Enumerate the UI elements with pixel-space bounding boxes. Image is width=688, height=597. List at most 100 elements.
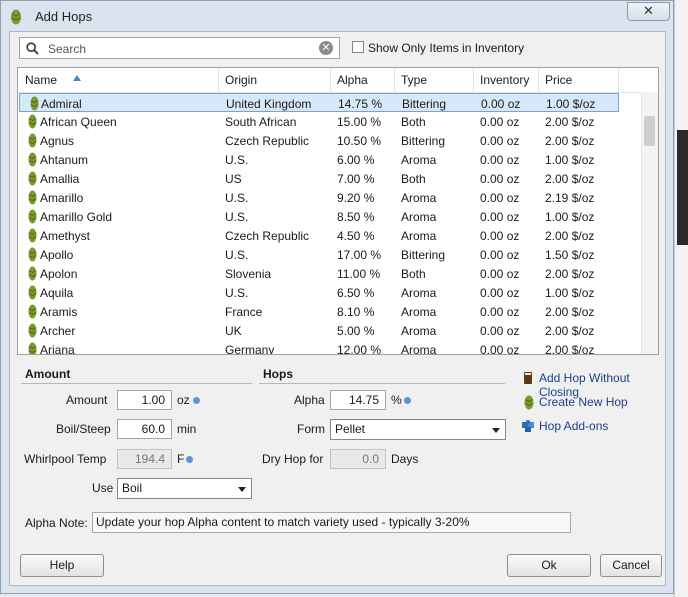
- cell-type: Aroma: [401, 305, 437, 319]
- use-dropdown[interactable]: Boil: [117, 478, 252, 499]
- column-header-price[interactable]: Price: [545, 73, 572, 87]
- column-header-alpha[interactable]: Alpha: [337, 73, 368, 87]
- cell-alpha: 6.00 %: [337, 153, 375, 167]
- create-new-hop-link[interactable]: Create New Hop: [539, 395, 628, 409]
- table-row[interactable]: Apollo U.S. 17.00 % Bittering 0.00 oz 1.50 $/…: [18, 245, 658, 264]
- column-divider[interactable]: [330, 68, 331, 92]
- cell-inventory: 0.00 oz: [480, 343, 520, 355]
- hop-icon: [524, 395, 534, 410]
- dropdown-arrow-icon: [238, 487, 246, 492]
- use-label: Use: [92, 481, 114, 495]
- cell-name: Aquila: [40, 286, 74, 300]
- search-box[interactable]: ✕: [19, 37, 340, 59]
- hop-icon: [28, 170, 37, 186]
- cell-alpha: 15.00 %: [337, 115, 382, 129]
- hop-icon: [30, 95, 39, 111]
- show-only-inventory-label: Show Only Items in Inventory: [368, 41, 525, 55]
- hops-table[interactable]: Name Origin Alpha Type Inventory Price A…: [17, 67, 659, 355]
- window-title: Add Hops: [35, 9, 93, 24]
- table-row[interactable]: Ahtanum U.S. 6.00 % Aroma 0.00 oz 1.00 $/oz: [18, 150, 658, 169]
- cell-origin: U.S.: [225, 153, 249, 167]
- title-bar[interactable]: Add Hops ✕: [1, 1, 673, 31]
- help-button[interactable]: Help: [20, 554, 104, 577]
- hop-icon: [28, 132, 37, 148]
- column-header-inventory[interactable]: Inventory: [480, 73, 529, 87]
- cell-price: 1.00 $/oz: [546, 97, 596, 111]
- table-row[interactable]: Amethyst Czech Republic 4.50 % Aroma 0.00 oz…: [18, 226, 658, 245]
- add-hops-dialog: Add Hops ✕ ✕ Show Only Items in Inventor…: [0, 0, 674, 594]
- table-row[interactable]: Archer UK 5.00 % Aroma 0.00 oz 2.00 $/oz: [18, 321, 658, 340]
- cell-inventory: 0.00 oz: [481, 97, 521, 111]
- amount-input[interactable]: 1.00: [117, 390, 172, 410]
- column-divider[interactable]: [473, 68, 474, 92]
- cell-price: 2.00 $/oz: [545, 305, 595, 319]
- table-row[interactable]: Amallia US 7.00 % Both 0.00 oz 2.00 $/oz: [18, 169, 658, 188]
- table-row[interactable]: Ariana Germany 12.00 % Aroma 0.00 oz 2.00 $/o…: [18, 340, 658, 355]
- cell-price: 2.19 $/oz: [545, 191, 595, 205]
- column-divider[interactable]: [618, 68, 619, 92]
- amount-info-dot[interactable]: [193, 397, 200, 404]
- show-only-inventory-checkbox[interactable]: [352, 41, 364, 53]
- cell-inventory: 0.00 oz: [480, 153, 520, 167]
- table-row[interactable]: Admiral United Kingdom 14.75 % Bittering 0.0…: [19, 93, 619, 112]
- cell-type: Aroma: [401, 210, 437, 224]
- background-window-edge: [674, 0, 688, 597]
- cell-alpha: 8.10 %: [337, 305, 375, 319]
- boil-time-input[interactable]: 60.0: [117, 419, 172, 439]
- column-header-type[interactable]: Type: [401, 73, 427, 87]
- table-row[interactable]: Amarillo U.S. 9.20 % Aroma 0.00 oz 2.19 $/oz: [18, 188, 658, 207]
- alpha-info-dot[interactable]: [404, 397, 411, 404]
- cell-type: Aroma: [401, 343, 437, 355]
- cell-type: Aroma: [401, 229, 437, 243]
- vertical-scrollbar[interactable]: [641, 92, 658, 354]
- cell-alpha: 7.00 %: [337, 172, 375, 186]
- table-row[interactable]: Agnus Czech Republic 10.50 % Bittering 0.00 …: [18, 131, 658, 150]
- cancel-button[interactable]: Cancel: [600, 554, 662, 577]
- column-header-origin[interactable]: Origin: [225, 73, 257, 87]
- cell-type: Bittering: [401, 134, 446, 148]
- table-row[interactable]: Apolon Slovenia 11.00 % Both 0.00 oz 2.00 $/o…: [18, 264, 658, 283]
- column-divider[interactable]: [394, 68, 395, 92]
- hop-icon: [28, 227, 37, 243]
- boil-steep-label: Boil/Steep: [56, 422, 111, 436]
- cell-alpha: 14.75 %: [338, 97, 383, 111]
- puzzle-addons-icon: [522, 420, 534, 432]
- alpha-note-text: Update your hop Alpha content to match v…: [92, 512, 571, 533]
- cell-inventory: 0.00 oz: [480, 210, 520, 224]
- whirlpool-info-dot[interactable]: [186, 456, 193, 463]
- table-row[interactable]: African Queen South African 15.00 % Both 0.0…: [18, 112, 658, 131]
- cell-origin: South African: [225, 115, 297, 129]
- column-divider[interactable]: [538, 68, 539, 92]
- alpha-input[interactable]: 14.75: [330, 390, 386, 410]
- table-row[interactable]: Amarillo Gold U.S. 8.50 % Aroma 0.00 oz 1.00 …: [18, 207, 658, 226]
- cell-name: Ariana: [40, 343, 75, 355]
- clear-search-button[interactable]: ✕: [319, 41, 333, 55]
- dry-hop-unit: Days: [391, 452, 419, 466]
- section-divider: [21, 383, 252, 384]
- ok-button[interactable]: Ok: [507, 554, 591, 577]
- form-label: Form: [297, 422, 325, 436]
- cell-type: Bittering: [401, 248, 446, 262]
- cell-price: 2.00 $/oz: [545, 115, 595, 129]
- cell-alpha: 8.50 %: [337, 210, 375, 224]
- form-dropdown[interactable]: Pellet: [330, 419, 506, 440]
- close-icon: ✕: [643, 3, 654, 18]
- scrollbar-thumb[interactable]: [644, 116, 655, 146]
- column-divider[interactable]: [218, 68, 219, 92]
- sort-ascending-icon: [73, 75, 81, 81]
- close-button[interactable]: ✕: [627, 2, 670, 21]
- hop-icon: [28, 246, 37, 262]
- hop-addons-link[interactable]: Hop Add-ons: [539, 419, 608, 433]
- cell-price: 1.00 $/oz: [545, 153, 595, 167]
- table-row[interactable]: Aquila U.S. 6.50 % Aroma 0.00 oz 1.00 $/oz: [18, 283, 658, 302]
- hop-icon: [11, 9, 21, 25]
- search-input[interactable]: [46, 40, 310, 58]
- table-row[interactable]: Aramis France 8.10 % Aroma 0.00 oz 2.00 $/oz: [18, 302, 658, 321]
- column-header-name[interactable]: Name: [25, 73, 57, 87]
- use-selected-value: Boil: [122, 481, 143, 495]
- cell-name: Amarillo Gold: [40, 210, 113, 224]
- cell-inventory: 0.00 oz: [480, 191, 520, 205]
- cell-origin: US: [225, 172, 242, 186]
- cell-name: Apollo: [40, 248, 74, 262]
- cell-inventory: 0.00 oz: [480, 324, 520, 338]
